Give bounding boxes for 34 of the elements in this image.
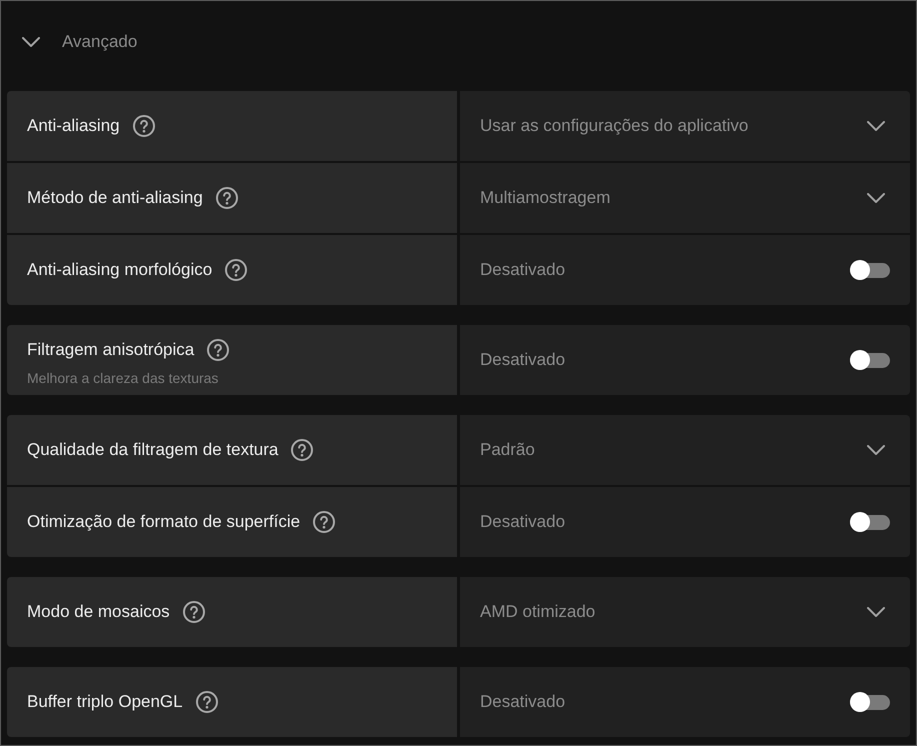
toggle-switch[interactable] bbox=[850, 512, 890, 532]
help-icon[interactable] bbox=[225, 259, 248, 281]
help-icon[interactable] bbox=[207, 339, 230, 361]
help-icon[interactable] bbox=[182, 601, 205, 623]
help-icon[interactable] bbox=[313, 511, 336, 533]
help-icon[interactable] bbox=[291, 439, 314, 461]
toggle-status-text: Desativado bbox=[480, 259, 566, 282]
setting-label: Filtragem anisotrópica bbox=[27, 339, 194, 361]
toggle-status-text: Desativado bbox=[480, 691, 566, 714]
toggle-switch[interactable] bbox=[850, 350, 890, 370]
dropdown-select[interactable]: AMD otimizado bbox=[460, 577, 910, 647]
chevron-down-icon bbox=[867, 607, 885, 617]
setting-label: Otimização de formato de superfície bbox=[27, 511, 300, 533]
dropdown-select[interactable]: Padrão bbox=[460, 415, 910, 485]
dropdown-select[interactable]: Multiamostragem bbox=[460, 163, 910, 233]
setting-label: Anti-aliasing morfológico bbox=[27, 259, 212, 281]
dropdown-select[interactable]: Usar as configurações do aplicativo bbox=[460, 91, 910, 161]
chevron-down-icon bbox=[867, 193, 885, 203]
toggle-switch[interactable] bbox=[850, 260, 890, 280]
section-header[interactable]: Avançado bbox=[7, 1, 138, 83]
chevron-down-icon bbox=[867, 121, 885, 131]
setting-label: Anti-aliasing bbox=[27, 115, 120, 137]
setting-label: Método de anti-aliasing bbox=[27, 187, 203, 209]
help-icon[interactable] bbox=[216, 187, 238, 209]
setting-label: Buffer triplo OpenGL bbox=[27, 691, 183, 713]
chevron-down-icon bbox=[867, 445, 885, 455]
setting-label: Qualidade da filtragem de textura bbox=[27, 439, 278, 461]
toggle-status-text: Desativado bbox=[480, 349, 566, 372]
help-icon[interactable] bbox=[196, 691, 218, 713]
toggle-switch[interactable] bbox=[850, 692, 890, 712]
setting-description: Melhora a clareza das texturas bbox=[27, 369, 218, 387]
setting-label: Modo de mosaicos bbox=[27, 601, 170, 623]
toggle-status-text: Desativado bbox=[480, 511, 566, 534]
help-icon[interactable] bbox=[132, 115, 155, 137]
